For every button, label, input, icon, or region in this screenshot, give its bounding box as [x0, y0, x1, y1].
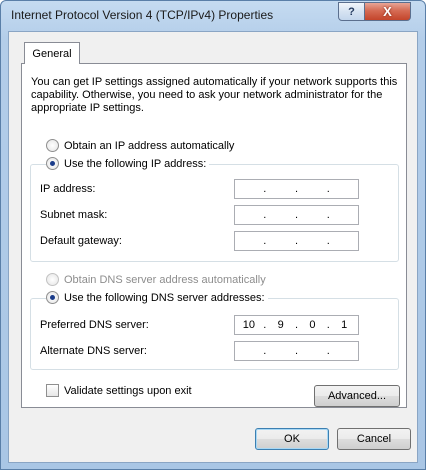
default-gateway-octet-1: [235, 232, 263, 250]
preferred-dns-octet-4: 1: [341, 319, 348, 331]
validate-checkbox-row[interactable]: Validate settings upon exit: [46, 384, 192, 397]
ip-manual-label: Use the following IP address:: [64, 157, 207, 170]
close-button[interactable]: X: [364, 2, 411, 21]
default-gateway-octet-2: [267, 232, 295, 250]
preferred-dns-label: Preferred DNS server:: [40, 319, 149, 331]
help-icon: ?: [348, 5, 355, 18]
dialog-body: General You can get IP settings assigned…: [8, 31, 418, 463]
tab-general[interactable]: General: [24, 42, 80, 64]
alternate-dns-octet-3: [299, 342, 327, 360]
title-bar[interactable]: Internet Protocol Version 4 (TCP/IPv4) P…: [1, 1, 425, 31]
subnet-mask-octet-2: [267, 206, 295, 224]
subnet-mask-input[interactable]: . . .: [234, 205, 359, 225]
subnet-mask-octet-3: [299, 206, 327, 224]
ip-auto-label: Obtain an IP address automatically: [64, 139, 235, 152]
dns-auto-label: Obtain DNS server address automatically: [64, 273, 266, 286]
alternate-dns-input[interactable]: . . .: [234, 341, 359, 361]
subnet-mask-octet-4: [330, 206, 358, 224]
ip-auto-radio-circle[interactable]: [46, 139, 59, 152]
validate-checkbox[interactable]: [46, 384, 59, 397]
dns-manual-radio[interactable]: Use the following DNS server addresses:: [46, 291, 268, 304]
alternate-dns-octet-1: [235, 342, 263, 360]
validate-label: Validate settings upon exit: [64, 384, 192, 397]
ip-address-octet-2: [267, 180, 295, 198]
ip-manual-radio-circle[interactable]: [46, 157, 59, 170]
ip-auto-radio[interactable]: Obtain an IP address automatically: [46, 139, 238, 152]
preferred-dns-octet-2: 9: [277, 319, 284, 331]
alternate-dns-octet-4: [330, 342, 358, 360]
default-gateway-octet-4: [330, 232, 358, 250]
ip-manual-radio[interactable]: Use the following IP address:: [46, 157, 210, 170]
default-gateway-label: Default gateway:: [40, 235, 122, 247]
advanced-button-label: Advanced...: [327, 390, 387, 402]
dns-manual-radio-circle[interactable]: [46, 291, 59, 304]
ok-button-label: OK: [284, 433, 300, 445]
cancel-button-label: Cancel: [356, 433, 392, 445]
subnet-mask-octet-1: [235, 206, 263, 224]
ip-address-input[interactable]: . . .: [234, 179, 359, 199]
preferred-dns-octet-1: 10: [242, 319, 255, 331]
ip-address-octet-4: [330, 180, 358, 198]
default-gateway-input[interactable]: . . .: [234, 231, 359, 251]
close-icon: X: [383, 4, 392, 19]
dialog-window: Internet Protocol Version 4 (TCP/IPv4) P…: [0, 0, 426, 470]
ip-address-octet-3: [299, 180, 327, 198]
dns-manual-label: Use the following DNS server addresses:: [64, 291, 265, 304]
ok-button[interactable]: OK: [255, 428, 329, 450]
alternate-dns-octet-2: [267, 342, 295, 360]
preferred-dns-input[interactable]: 10 . 9 . 0 . 1: [234, 315, 359, 335]
dns-auto-radio[interactable]: Obtain DNS server address automatically: [46, 273, 269, 286]
subnet-mask-label: Subnet mask:: [40, 209, 108, 221]
alternate-dns-label: Alternate DNS server:: [40, 345, 147, 357]
ip-address-octet-1: [235, 180, 263, 198]
general-tab-panel: You can get IP settings assigned automat…: [21, 63, 407, 408]
window-title: Internet Protocol Version 4 (TCP/IPv4) P…: [11, 8, 274, 22]
help-button[interactable]: ?: [338, 2, 365, 21]
cancel-button[interactable]: Cancel: [337, 428, 411, 450]
advanced-button[interactable]: Advanced...: [314, 385, 400, 407]
intro-text: You can get IP settings assigned automat…: [31, 76, 398, 114]
dns-auto-radio-circle[interactable]: [46, 273, 59, 286]
preferred-dns-octet-3: 0: [309, 319, 316, 331]
default-gateway-octet-3: [299, 232, 327, 250]
ip-address-label: IP address:: [40, 183, 96, 195]
tab-label: General: [32, 47, 72, 60]
